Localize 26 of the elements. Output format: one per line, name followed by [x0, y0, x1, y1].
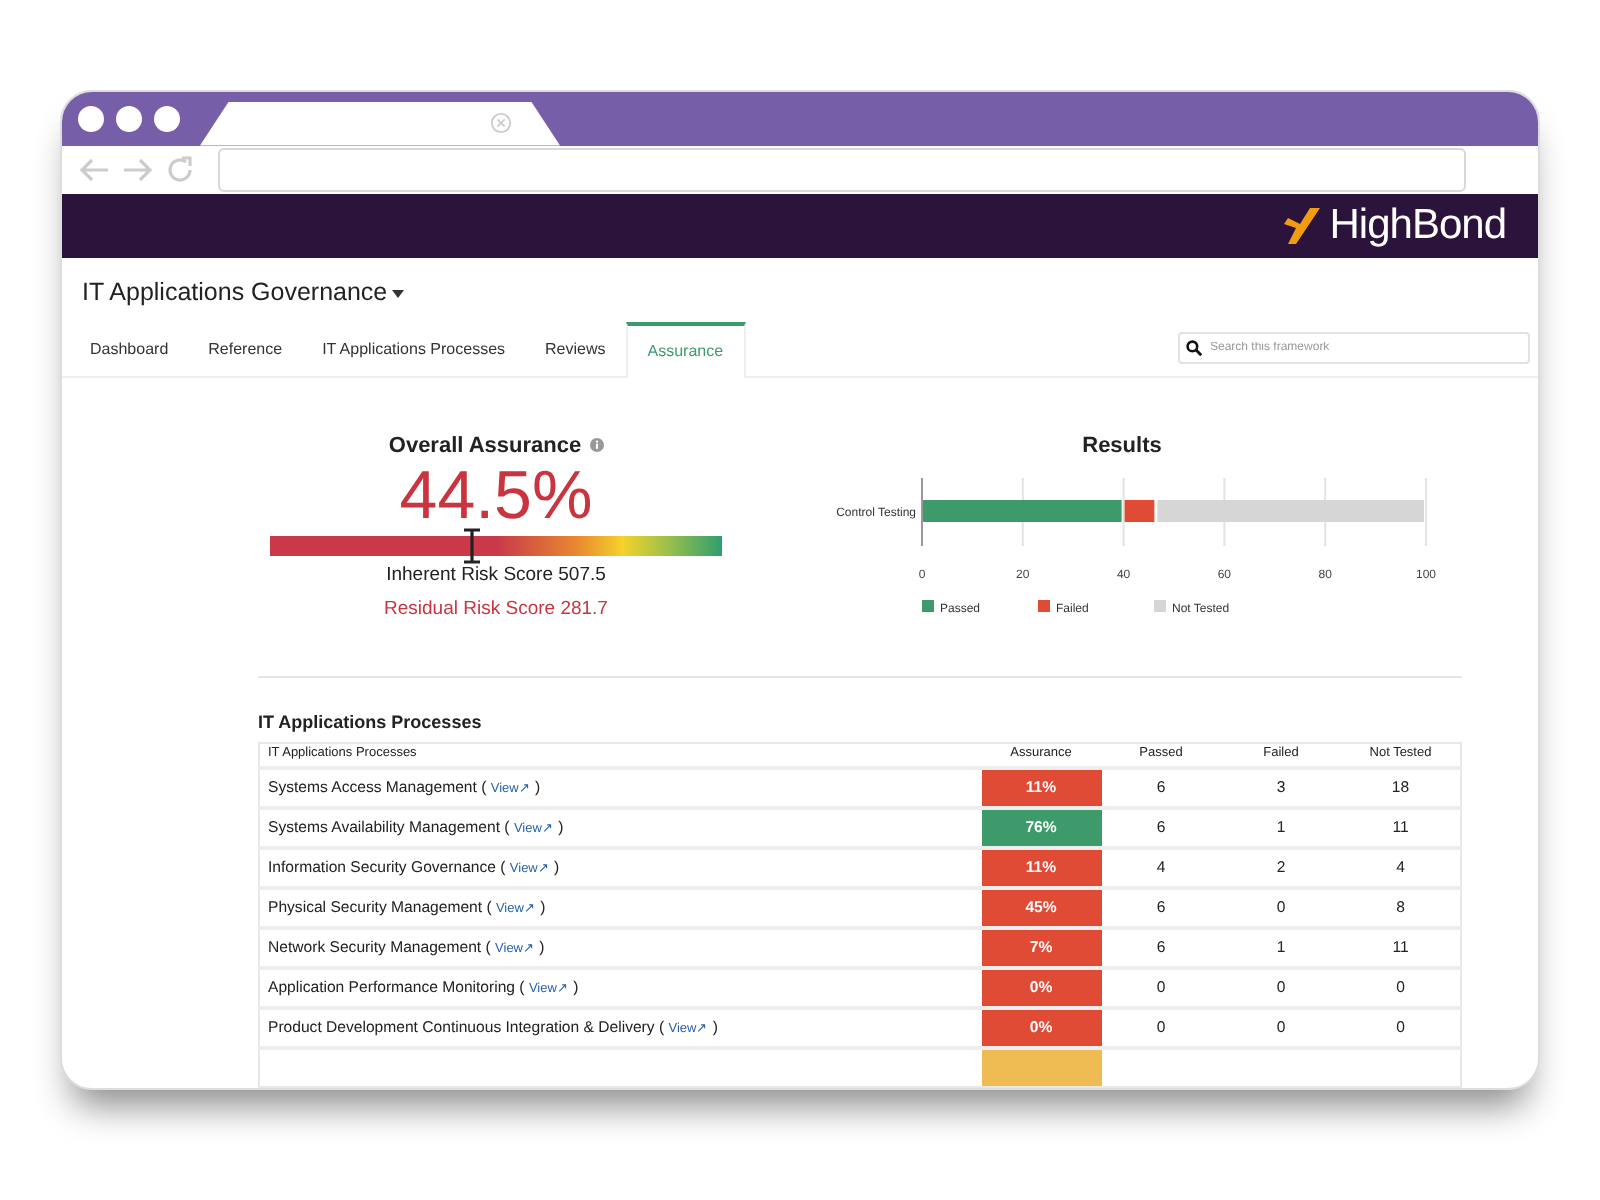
back-arrow-icon[interactable]: [78, 156, 110, 184]
results-title: Results: [1080, 431, 1164, 461]
table-title: IT Applications Processes: [258, 709, 484, 736]
search-icon: [1186, 339, 1202, 355]
assurance-percentage: 44.5%: [397, 462, 595, 530]
nav-tab[interactable]: Dashboard: [70, 319, 189, 375]
window-dot-icon[interactable]: [154, 105, 180, 132]
caret-icon[interactable]: [391, 290, 404, 299]
nav-tab[interactable]: Assurance: [625, 321, 746, 377]
framework-title[interactable]: IT Applications Governance: [62, 257, 408, 319]
close-icon[interactable]: [490, 112, 512, 135]
logo-icon: [1281, 206, 1322, 246]
nav-tab[interactable]: IT Applications Processes: [302, 319, 526, 375]
window-dot-icon[interactable]: [116, 105, 142, 132]
overall-assurance-title: Overall Assurance: [388, 431, 582, 461]
forward-arrow-icon[interactable]: [122, 156, 154, 184]
info-icon[interactable]: [589, 438, 604, 453]
inherent-risk-score: Inherent Risk Score 507.5: [384, 562, 608, 590]
axis-line: [921, 477, 923, 547]
nav-tab[interactable]: Reference: [188, 319, 303, 375]
nav-tab[interactable]: Reviews: [525, 319, 626, 375]
address-field[interactable]: [218, 148, 1466, 192]
brand-name: HighBond: [1329, 200, 1506, 253]
reload-icon[interactable]: [166, 156, 194, 184]
window-dot-icon[interactable]: [78, 105, 104, 132]
residual-risk-score: Residual Risk Score 281.7: [382, 596, 610, 625]
